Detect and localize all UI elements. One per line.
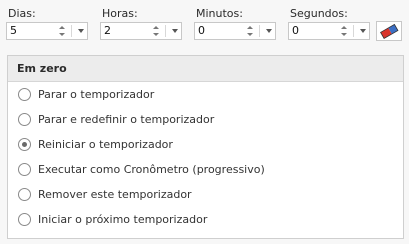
minutes-spin-arrows[interactable] (244, 23, 258, 39)
minutes-label: Minutos: (196, 7, 243, 20)
option-label: Executar como Cronômetro (progressivo) (38, 163, 265, 176)
spin-up-icon[interactable] (59, 26, 65, 29)
on-zero-group: Em zero Parar o temporizador Parar e red… (7, 55, 404, 239)
spin-up-icon[interactable] (247, 26, 253, 29)
seconds-label: Segundos: (290, 7, 348, 20)
hours-label: Horas: (102, 7, 138, 20)
spin-up-icon[interactable] (341, 26, 347, 29)
radio-button[interactable] (18, 88, 31, 101)
radio-button[interactable] (18, 188, 31, 201)
option-label: Remover este temporizador (38, 188, 192, 201)
group-title: Em zero (17, 62, 67, 75)
days-spin-arrows[interactable] (56, 23, 70, 39)
spin-down-icon[interactable] (247, 33, 253, 36)
clear-button[interactable] (376, 21, 402, 41)
eraser-icon (380, 23, 399, 40)
radio-button[interactable] (18, 163, 31, 176)
days-value: 5 (10, 24, 17, 37)
seconds-spin-input[interactable]: 0 (288, 22, 370, 40)
radio-button-selected[interactable] (18, 138, 31, 151)
seconds-spin-arrows[interactable] (338, 23, 352, 39)
hours-spin-input[interactable]: 2 (100, 22, 182, 40)
dropdown-arrow-icon[interactable] (78, 29, 84, 33)
option-label: Reiniciar o temporizador (38, 138, 173, 151)
spin-down-icon[interactable] (153, 33, 159, 36)
dropdown-arrow-icon[interactable] (360, 29, 366, 33)
spin-down-icon[interactable] (341, 33, 347, 36)
option-label: Iniciar o próximo temporizador (38, 213, 208, 226)
option-label: Parar e redefinir o temporizador (38, 113, 215, 126)
radio-button[interactable] (18, 113, 31, 126)
hours-spin-arrows[interactable] (150, 23, 164, 39)
option-label: Parar o temporizador (38, 88, 155, 101)
spin-down-icon[interactable] (59, 33, 65, 36)
days-spin-input[interactable]: 5 (6, 22, 88, 40)
seconds-value: 0 (292, 24, 299, 37)
days-label: Dias: (8, 7, 36, 20)
hours-value: 2 (104, 24, 111, 37)
spin-separator (165, 25, 166, 37)
dropdown-arrow-icon[interactable] (172, 29, 178, 33)
spin-up-icon[interactable] (153, 26, 159, 29)
spin-separator (259, 25, 260, 37)
group-header: Em zero (8, 56, 403, 82)
spin-separator (353, 25, 354, 37)
spin-separator (71, 25, 72, 37)
radio-button[interactable] (18, 213, 31, 226)
dropdown-arrow-icon[interactable] (266, 29, 272, 33)
minutes-value: 0 (198, 24, 205, 37)
minutes-spin-input[interactable]: 0 (194, 22, 276, 40)
